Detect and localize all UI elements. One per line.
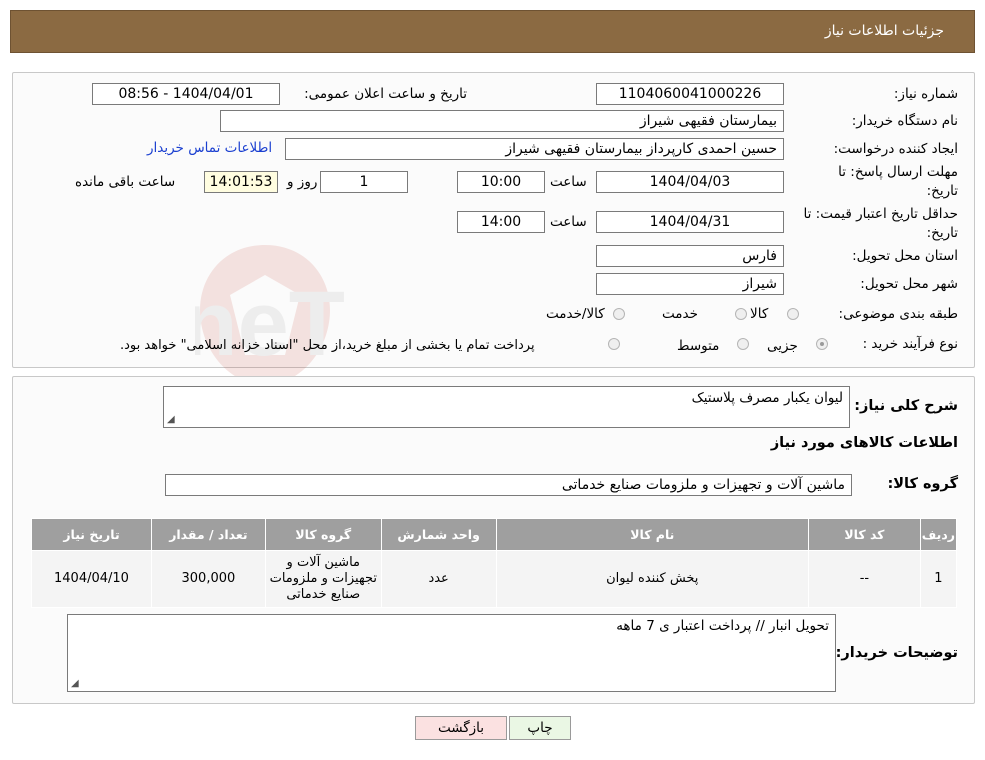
header-quantity: تعداد / مقدار — [150, 518, 266, 551]
cell-quantity: 300,000 — [150, 550, 266, 608]
header-goods-name: نام کالا — [495, 518, 809, 551]
header-need-date: تاریخ نیاز — [31, 518, 152, 551]
announce-datetime-label: تاریخ و ساعت اعلان عمومی: — [304, 86, 467, 102]
price-validity-label: حداقل تاریخ اعتبار قیمت: تا تاریخ: — [804, 205, 958, 243]
days-label: روز و — [287, 174, 318, 190]
cell-need-date: 1404/04/10 — [31, 550, 152, 608]
category-label: طبقه بندی موضوعی: — [838, 306, 958, 322]
header-unit: واحد شمارش — [380, 518, 497, 551]
category-radio-goods[interactable] — [787, 308, 799, 320]
category-radio-goods-service[interactable] — [613, 308, 625, 320]
time-remaining-field: 14:01:53 — [204, 171, 278, 193]
price-validity-label-line1: حداقل تاریخ اعتبار قیمت: تا — [803, 206, 958, 222]
price-validity-time-label: ساعت — [550, 214, 587, 230]
price-validity-time-field: 14:00 — [457, 211, 545, 233]
page-title: جزئیات اطلاعات نیاز — [824, 23, 944, 39]
summary-text: لیوان یکبار مصرف پلاستیک — [691, 390, 843, 406]
need-number-label: شماره نیاز: — [893, 86, 958, 102]
summary-label: شرح کلی نیاز: — [854, 398, 958, 414]
process-option-medium: متوسط — [677, 338, 720, 354]
deadline-date-field: 1404/04/03 — [596, 171, 784, 193]
creator-label: ایجاد کننده درخواست: — [833, 141, 958, 157]
price-validity-label-line2: تاریخ: — [926, 225, 958, 241]
deadline-label-line2: تاریخ: — [926, 183, 958, 199]
province-field: فارس — [596, 245, 784, 267]
buyer-notes-textarea[interactable]: تحویل انبار // پرداخت اعتبار ی 7 ماهه ◢ — [67, 614, 836, 692]
category-option-goods: کالا — [750, 306, 769, 322]
process-type-label: نوع فرآیند خرید : — [862, 336, 958, 352]
category-radio-service[interactable] — [735, 308, 747, 320]
process-radio-treasury[interactable] — [608, 338, 620, 350]
category-option-goods-service: کالا/خدمت — [546, 306, 605, 322]
process-option-minor: جزیی — [767, 338, 798, 354]
cell-row-number: 1 — [919, 550, 958, 608]
cell-unit: عدد — [380, 550, 497, 608]
page-header: جزئیات اطلاعات نیاز — [10, 10, 975, 53]
cell-goods-code: -- — [807, 550, 921, 608]
header-goods-code: کد کالا — [807, 518, 921, 551]
province-label: استان محل تحویل: — [852, 248, 958, 264]
goods-info-title: اطلاعات کالاهای مورد نیاز — [770, 435, 958, 451]
days-remaining-field: 1 — [320, 171, 408, 193]
deadline-time-label: ساعت — [550, 174, 587, 190]
print-button[interactable]: چاپ — [509, 716, 571, 740]
header-goods-group: گروه کالا — [264, 518, 382, 551]
summary-textarea[interactable]: لیوان یکبار مصرف پلاستیک ◢ — [163, 386, 850, 428]
process-note: پرداخت تمام یا بخشی از مبلغ خرید،از محل … — [120, 338, 535, 353]
buyer-org-field: بیمارستان فقیهی شیراز — [220, 110, 784, 132]
deadline-time-field: 10:00 — [457, 171, 545, 193]
table-row: 1 -- پخش کننده لیوان عدد ماشین آلات و تج… — [31, 550, 958, 608]
resize-grip-icon: ◢ — [71, 678, 79, 689]
buyer-notes-label: توضیحات خریدار: — [835, 645, 958, 661]
cell-goods-name: پخش کننده لیوان — [495, 550, 809, 608]
goods-group-field: ماشین آلات و تجهیزات و ملزومات صنایع خدم… — [165, 474, 852, 496]
price-validity-date-field: 1404/04/31 — [596, 211, 784, 233]
process-radio-minor[interactable] — [816, 338, 828, 350]
process-radio-medium[interactable] — [737, 338, 749, 350]
goods-table: ردیف کد کالا نام کالا واحد شمارش گروه کا… — [31, 518, 958, 608]
deadline-label: مهلت ارسال پاسخ: تا تاریخ: — [838, 163, 958, 201]
creator-field: حسین احمدی کارپرداز بیمارستان فقیهی شیرا… — [285, 138, 784, 160]
back-button[interactable]: بازگشت — [415, 716, 507, 740]
table-header-row: ردیف کد کالا نام کالا واحد شمارش گروه کا… — [31, 518, 958, 551]
time-remaining-label: ساعت باقی مانده — [75, 174, 176, 190]
city-field: شیراز — [596, 273, 784, 295]
goods-group-label: گروه کالا: — [887, 476, 958, 492]
buyer-notes-text: تحویل انبار // پرداخت اعتبار ی 7 ماهه — [616, 618, 829, 634]
deadline-label-line1: مهلت ارسال پاسخ: تا — [838, 164, 958, 180]
cell-goods-group: ماشین آلات و تجهیزات و ملزومات صنایع خدم… — [264, 550, 382, 608]
buyer-contact-link[interactable]: اطلاعات تماس خریدار — [147, 140, 272, 156]
city-label: شهر محل تحویل: — [860, 276, 958, 292]
announce-datetime-field: 1404/04/01 - 08:56 — [92, 83, 280, 105]
resize-grip-icon: ◢ — [167, 414, 175, 425]
buyer-org-label: نام دستگاه خریدار: — [851, 113, 958, 129]
category-option-service: خدمت — [662, 306, 698, 322]
watermark-text: AriaTender.neT — [195, 273, 345, 375]
need-number-field: 1104060041000226 — [596, 83, 784, 105]
header-row-number: ردیف — [919, 518, 958, 551]
